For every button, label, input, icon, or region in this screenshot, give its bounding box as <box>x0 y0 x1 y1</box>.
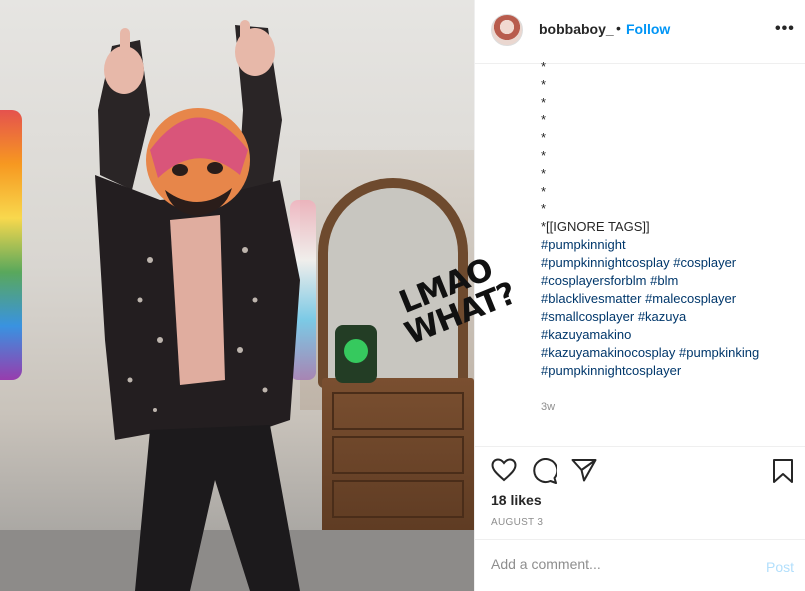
hashtag-line: #pumpkinnightcosplay #cosplayer <box>541 254 801 272</box>
likes-count[interactable]: 18 likes <box>491 492 542 508</box>
more-options-icon[interactable]: ••• <box>775 20 795 38</box>
hashtag-line: #blacklivesmatter #malecosplayer <box>541 290 801 308</box>
hashtag-link[interactable]: #cosplayersforblm <box>541 273 647 288</box>
star-line: * <box>541 76 547 92</box>
share-icon[interactable] <box>571 458 597 482</box>
hashtag-line: #pumpkinnightcosplayer <box>541 362 801 380</box>
hashtag-line: #cosplayersforblm #blm <box>541 272 801 290</box>
post-caption: * * * * * * * * * *[[IGNORE TAGS]] #pump… <box>541 59 801 380</box>
username-link[interactable]: bobbaboy_ <box>539 21 614 37</box>
heart-icon[interactable] <box>491 458 517 482</box>
hashtag-line: #kazuyamakino <box>541 326 801 344</box>
star-line: * <box>541 59 547 74</box>
post-time-ago[interactable]: 3w <box>541 401 555 413</box>
avatar[interactable] <box>491 14 523 46</box>
hashtag-link[interactable]: #kazuyamakino <box>541 327 631 342</box>
hashtag-block: #pumpkinnight #pumpkinnightcosplay #cosp… <box>541 236 801 380</box>
hashtag-link[interactable]: #pumpkinking <box>679 345 759 360</box>
star-line: * <box>541 165 547 181</box>
divider <box>475 446 805 447</box>
hashtag-link[interactable]: #kazuyamakinocosplay <box>541 345 675 360</box>
post-date: AUGUST 3 <box>491 517 544 528</box>
post-comment-button[interactable]: Post <box>766 559 794 575</box>
hashtag-link[interactable]: #kazuya <box>638 309 686 324</box>
star-line: * <box>541 147 547 163</box>
hashtag-link[interactable]: #pumpkinnightcosplay <box>541 255 670 270</box>
ignore-tags-line: *[[IGNORE TAGS]] <box>541 219 650 235</box>
star-line: * <box>541 201 547 217</box>
star-lines: * * * * * * * * * <box>541 58 801 218</box>
hashtag-link[interactable]: #malecosplayer <box>645 291 736 306</box>
hashtag-link[interactable]: #blacklivesmatter <box>541 291 641 306</box>
hashtag-link[interactable]: #pumpkinnightcosplayer <box>541 363 681 378</box>
comment-icon[interactable] <box>531 458 557 484</box>
star-line: * <box>541 94 547 110</box>
bookmark-icon[interactable] <box>772 458 794 484</box>
star-line: * <box>541 130 547 146</box>
separator-dot: • <box>616 20 621 36</box>
comment-bar: Post <box>475 539 805 591</box>
hashtag-link[interactable]: #smallcosplayer <box>541 309 634 324</box>
hashtag-line: #kazuyamakinocosplay #pumpkinking <box>541 344 801 362</box>
hashtag-line: #pumpkinnight <box>541 236 801 254</box>
hashtag-link[interactable]: #cosplayer <box>673 255 736 270</box>
post-details-panel: bobbaboy_ • Follow ••• * * * * * * * * *… <box>474 0 805 591</box>
hashtag-link[interactable]: #blm <box>650 273 678 288</box>
star-line: * <box>541 183 547 199</box>
post-header: bobbaboy_ • Follow ••• <box>475 0 805 64</box>
hashtag-line: #smallcosplayer #kazuya <box>541 308 801 326</box>
comment-input[interactable] <box>491 556 741 572</box>
star-line: * <box>541 112 547 128</box>
hashtag-link[interactable]: #pumpkinnight <box>541 237 626 252</box>
follow-button[interactable]: Follow <box>626 21 670 37</box>
